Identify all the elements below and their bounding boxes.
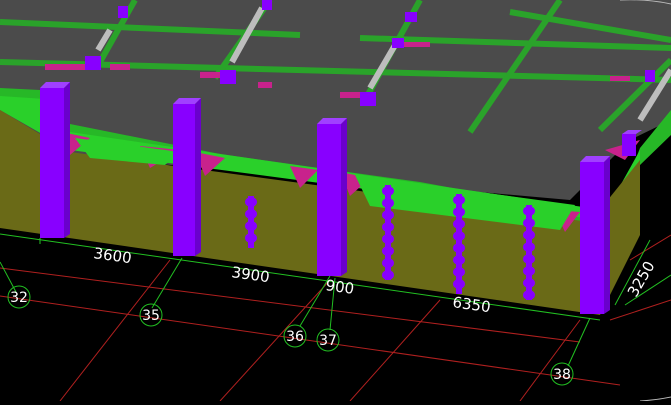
axis-label: 32 bbox=[10, 290, 28, 306]
axis-label: 37 bbox=[319, 333, 337, 349]
dimension-label: 900 bbox=[324, 276, 355, 298]
axis-label: 36 bbox=[286, 329, 304, 345]
dimension-label: 3900 bbox=[230, 263, 270, 286]
model-canvas[interactable]: 3600 3900 900 6350 3250 32 35 36 37 38 bbox=[0, 0, 671, 402]
column[interactable] bbox=[580, 156, 610, 314]
3d-model-viewport[interactable]: 3600 3900 900 6350 3250 32 35 36 37 38 bbox=[0, 0, 671, 402]
dimension-label: 3600 bbox=[92, 244, 132, 267]
dimension-label: 6350 bbox=[451, 293, 491, 316]
axis-label: 35 bbox=[142, 308, 160, 324]
column[interactable] bbox=[317, 118, 347, 276]
axis-label: 38 bbox=[553, 367, 571, 383]
column[interactable] bbox=[40, 82, 70, 238]
column[interactable] bbox=[173, 98, 201, 256]
